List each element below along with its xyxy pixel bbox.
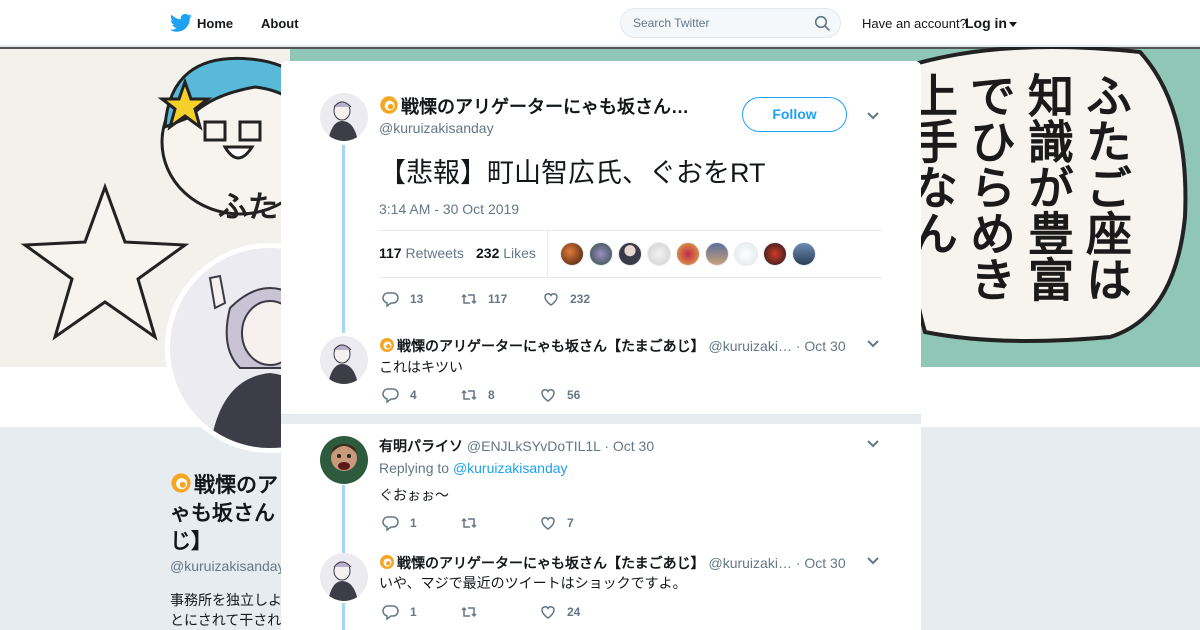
reply-count: 1	[410, 605, 417, 619]
reply-avatar[interactable]	[320, 436, 368, 484]
thread-line	[342, 145, 345, 333]
liker-avatar[interactable]	[705, 242, 729, 266]
heart-icon	[541, 606, 555, 619]
like-count: 232	[570, 292, 591, 306]
conversation-separator	[281, 414, 921, 424]
retweet-action[interactable]	[460, 603, 488, 621]
like-action[interactable]: 56	[539, 386, 580, 404]
reply-icon	[382, 605, 399, 621]
reply-date[interactable]: · Oct 30	[604, 438, 654, 454]
reply-text: ぐおぉぉ～	[379, 487, 449, 503]
likes-stat[interactable]: 232 Likes	[476, 245, 536, 261]
replying-to-link[interactable]: @kuruizakisanday	[453, 460, 568, 476]
reply-text: これはキツい	[379, 359, 463, 375]
retweet-icon	[461, 293, 477, 305]
chevron-down-icon[interactable]	[866, 439, 880, 449]
reply-header: 有明パライソ @ENJLkSYvDoTIL1L · Oct 30	[379, 436, 854, 456]
chevron-down-icon[interactable]	[866, 339, 880, 349]
heart-icon	[541, 517, 555, 530]
reply-author-handle[interactable]: @ENJLkSYvDoTIL1L	[467, 438, 601, 454]
thread-line	[342, 485, 345, 555]
chevron-down-icon[interactable]	[866, 111, 880, 121]
tweet-stats: 117 Retweets 232 Likes	[379, 230, 882, 278]
retweet-action[interactable]	[460, 514, 488, 532]
retweet-action[interactable]: 117	[460, 290, 507, 308]
retweets-label: Retweets	[405, 245, 464, 261]
reply-author-name[interactable]: 戦慄のアリゲーターにゃも坂さん【たまごあじ】	[397, 555, 705, 571]
likes-count: 232	[476, 245, 500, 261]
reply-icon	[382, 388, 399, 404]
tweet-text: 【悲報】町山智広氏、ぐおをRT	[379, 158, 766, 188]
liker-avatar[interactable]	[792, 242, 816, 266]
egg-icon	[379, 554, 395, 570]
liker-avatar[interactable]	[647, 242, 671, 266]
retweet-action[interactable]: 8	[460, 386, 495, 404]
tweet-author-handle[interactable]: @kuruizakisanday	[379, 120, 494, 136]
like-action[interactable]: 7	[539, 514, 574, 532]
retweets-count: 117	[379, 245, 402, 261]
egg-icon	[379, 95, 399, 115]
egg-icon	[379, 337, 395, 353]
reply-count: 13	[410, 292, 424, 306]
liker-avatar[interactable]	[618, 242, 642, 266]
reply-action[interactable]: 1	[382, 514, 417, 532]
tweet-modal: 戦慄のアリゲーターにゃも坂さん… @kuruizakisanday Follow…	[281, 61, 921, 630]
retweet-icon	[461, 517, 477, 529]
reply-count: 4	[410, 388, 417, 402]
stats-divider	[547, 231, 548, 277]
likes-label: Likes	[503, 245, 536, 261]
liker-avatar[interactable]	[589, 242, 613, 266]
liker-avatar[interactable]	[676, 242, 700, 266]
reply-date[interactable]: · Oct 30	[796, 338, 846, 354]
reply-action[interactable]: 13	[382, 290, 423, 308]
tweet-author-name-text: 戦慄のアリゲーターにゃも坂さん…	[401, 97, 689, 117]
retweet-count: 8	[488, 388, 495, 402]
tweet-author-name[interactable]: 戦慄のアリゲーターにゃも坂さん…	[379, 93, 699, 119]
like-count: 24	[567, 605, 581, 619]
like-action[interactable]: 232	[542, 290, 590, 308]
heart-icon	[541, 389, 555, 402]
retweet-icon	[461, 606, 477, 618]
retweet-count: 117	[488, 292, 508, 306]
retweet-icon	[461, 389, 477, 401]
reply-author-handle[interactable]: @kuruizaki…	[708, 338, 791, 354]
like-count: 7	[567, 516, 574, 530]
likers-avatars	[560, 242, 821, 266]
reply-actions: 4 8 56	[382, 386, 782, 404]
author-avatar[interactable]	[320, 93, 368, 141]
liker-avatar[interactable]	[560, 242, 584, 266]
tweet-actions: 13 117 232	[382, 290, 782, 308]
reply-icon	[382, 292, 399, 308]
reply-action[interactable]: 4	[382, 386, 417, 404]
reply-count: 1	[410, 516, 417, 530]
replying-to: Replying to @kuruizakisanday	[379, 460, 568, 476]
replying-prefix: Replying to	[379, 460, 450, 476]
reply-actions: 1 24	[382, 603, 782, 621]
like-action[interactable]: 24	[539, 603, 580, 621]
retweets-stat[interactable]: 117 Retweets	[379, 245, 464, 261]
tweet-timestamp[interactable]: 3:14 AM - 30 Oct 2019	[379, 201, 519, 217]
reply-icon	[382, 516, 399, 532]
reply-avatar[interactable]	[320, 553, 368, 601]
reply-header: 戦慄のアリゲーターにゃも坂さん【たまごあじ】 @kuruizaki… · Oct…	[379, 336, 854, 356]
follow-button[interactable]: Follow	[742, 97, 847, 132]
reply-action[interactable]: 1	[382, 603, 417, 621]
reply-header: 戦慄のアリゲーターにゃも坂さん【たまごあじ】 @kuruizaki… · Oct…	[379, 553, 854, 573]
chevron-down-icon[interactable]	[866, 556, 880, 566]
reply-author-name[interactable]: 有明パライソ	[379, 438, 463, 454]
reply-avatar[interactable]	[320, 336, 368, 384]
reply-text: いや、マジで最近のツイートはショックですよ。	[379, 575, 687, 591]
reply-actions: 1 7	[382, 514, 782, 532]
reply-author-name[interactable]: 戦慄のアリゲーターにゃも坂さん【たまごあじ】	[397, 338, 705, 354]
thread-line	[342, 603, 345, 630]
heart-icon	[544, 293, 558, 306]
reply-date[interactable]: · Oct 30	[796, 555, 846, 571]
liker-avatar[interactable]	[734, 242, 758, 266]
like-count: 56	[567, 388, 581, 402]
liker-avatar[interactable]	[763, 242, 787, 266]
reply-author-handle[interactable]: @kuruizaki…	[708, 555, 791, 571]
